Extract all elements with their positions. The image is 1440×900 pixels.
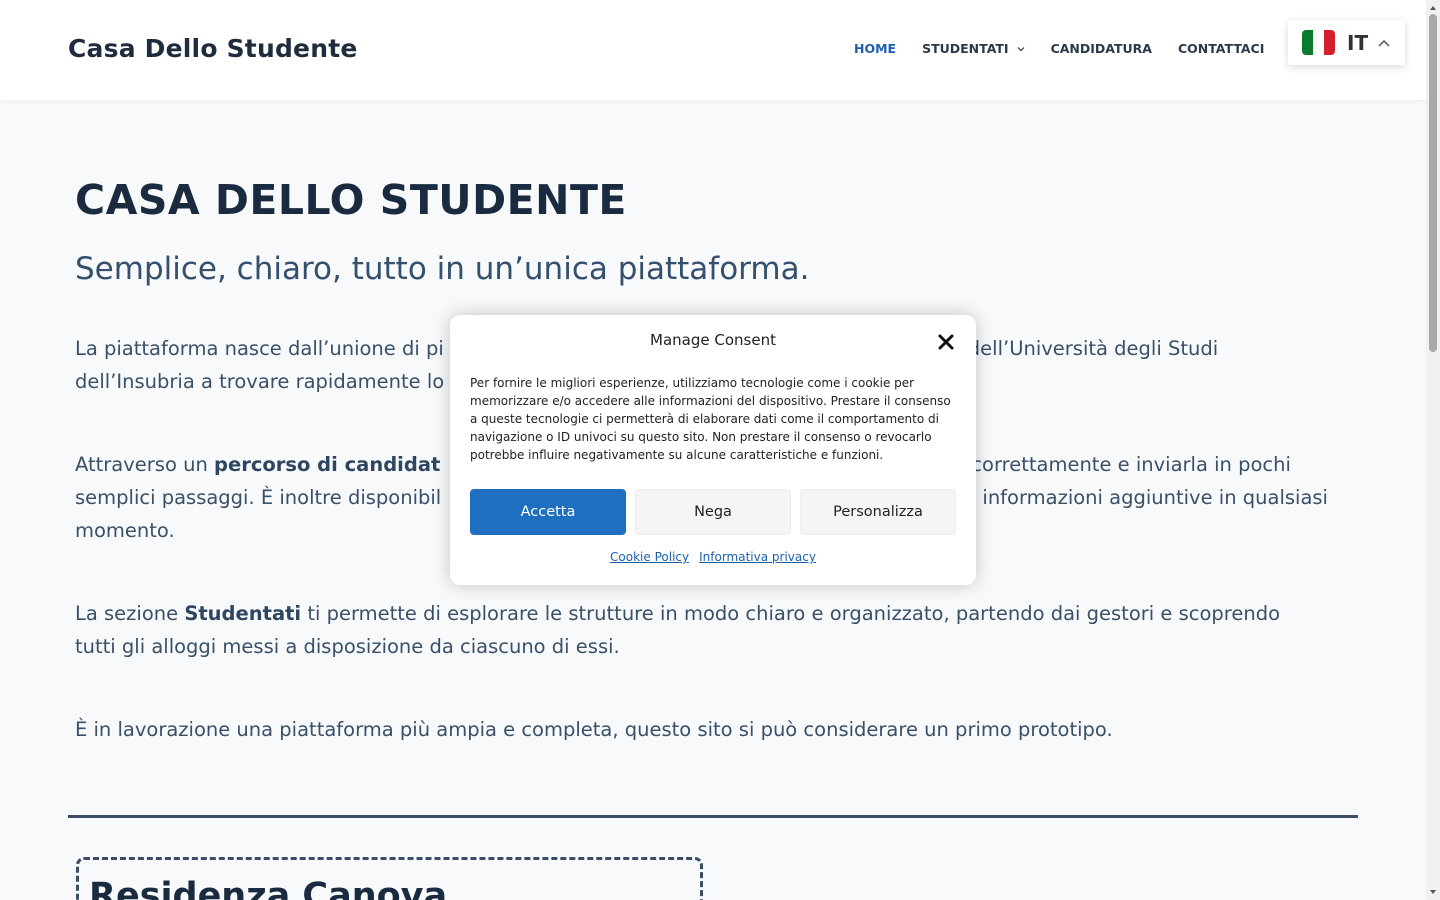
nav-item-studentati[interactable]: STUDENTATI — [922, 41, 1025, 56]
cookie-policy-link[interactable]: Cookie Policy — [610, 550, 689, 564]
page-title: CASA DELLO STUDENTE — [75, 176, 627, 224]
language-code: IT — [1347, 30, 1369, 55]
consent-text: Per fornire le migliori esperienze, util… — [470, 376, 951, 462]
text-fragment: e informazioni aggiuntive in qualsiasi — [964, 486, 1328, 509]
main-nav: HOME STUDENTATI CANDIDATURA CONTATTACI D — [854, 41, 1327, 56]
scroll-down-arrow-icon[interactable] — [1429, 888, 1437, 896]
nav-label: STUDENTATI — [922, 41, 1009, 56]
residence-card-title: Residenza Canova — [89, 876, 448, 900]
residence-card[interactable]: Residenza Canova — [76, 857, 703, 900]
italy-flag-icon — [1302, 30, 1335, 55]
consent-links: Cookie Policy Informativa privacy — [450, 550, 976, 564]
section-divider — [68, 815, 1358, 818]
text-fragment: È in lavorazione una piattaforma più amp… — [75, 718, 1113, 741]
text-fragment: dell’Insubria a trovare rapidamente lo — [75, 370, 445, 393]
text-fragment: La piattaforma nasce dall’unione di pi — [75, 337, 444, 360]
prototype-paragraph: È in lavorazione una piattaforma più amp… — [75, 713, 1365, 746]
privacy-link[interactable]: Informativa privacy — [699, 550, 816, 564]
text-fragment: tutti gli alloggi messi a disposizione d… — [75, 635, 620, 658]
site-header: Casa Dello Studente HOME STUDENTATI CAND… — [0, 0, 1426, 100]
close-icon[interactable] — [937, 333, 955, 351]
chevron-up-icon — [1378, 39, 1390, 47]
chevron-down-icon — [1017, 46, 1025, 51]
site-title[interactable]: Casa Dello Studente — [68, 34, 358, 63]
page-scrollbar[interactable] — [1426, 0, 1440, 900]
nav-label: CONTATTACI — [1177, 41, 1265, 56]
scrollbar-thumb[interactable] — [1429, 14, 1437, 352]
studentati-paragraph: La sezione Studentati ti permette di esp… — [75, 597, 1365, 663]
nav-item-contattaci[interactable]: CONTATTACI — [1178, 41, 1264, 56]
consent-title: Manage Consent — [650, 331, 776, 349]
accept-button[interactable]: Accetta — [470, 489, 626, 535]
page-subtitle: Semplice, chiaro, tutto in un’unica piat… — [75, 251, 810, 287]
text-fragment: dell’Università degli Studi — [967, 337, 1219, 360]
language-switcher[interactable]: IT — [1288, 20, 1405, 65]
text-fragment: ti permette di esplorare le strutture in… — [301, 602, 1281, 625]
text-bold: Studentati — [184, 602, 302, 625]
text-fragment: La sezione — [75, 602, 185, 625]
nav-label: HOME — [854, 41, 897, 56]
nav-item-candidatura[interactable]: CANDIDATURA — [1051, 41, 1152, 56]
scroll-up-arrow-icon[interactable] — [1429, 4, 1437, 12]
nav-item-home[interactable]: HOME — [854, 41, 896, 56]
text-bold: percorso di candidat — [214, 453, 441, 476]
consent-dialog: Manage Consent Per fornire le migliori e… — [450, 315, 976, 585]
customize-button[interactable]: Personalizza — [800, 489, 956, 535]
text-fragment: Attraverso un — [75, 453, 215, 476]
deny-button[interactable]: Nega — [635, 489, 791, 535]
text-fragment: semplici passaggi. È inoltre disponibil — [75, 486, 442, 509]
text-fragment: momento. — [75, 519, 175, 542]
nav-label: CANDIDATURA — [1050, 41, 1152, 56]
text-fragment: correttamente e inviarla in pochi — [971, 453, 1291, 476]
